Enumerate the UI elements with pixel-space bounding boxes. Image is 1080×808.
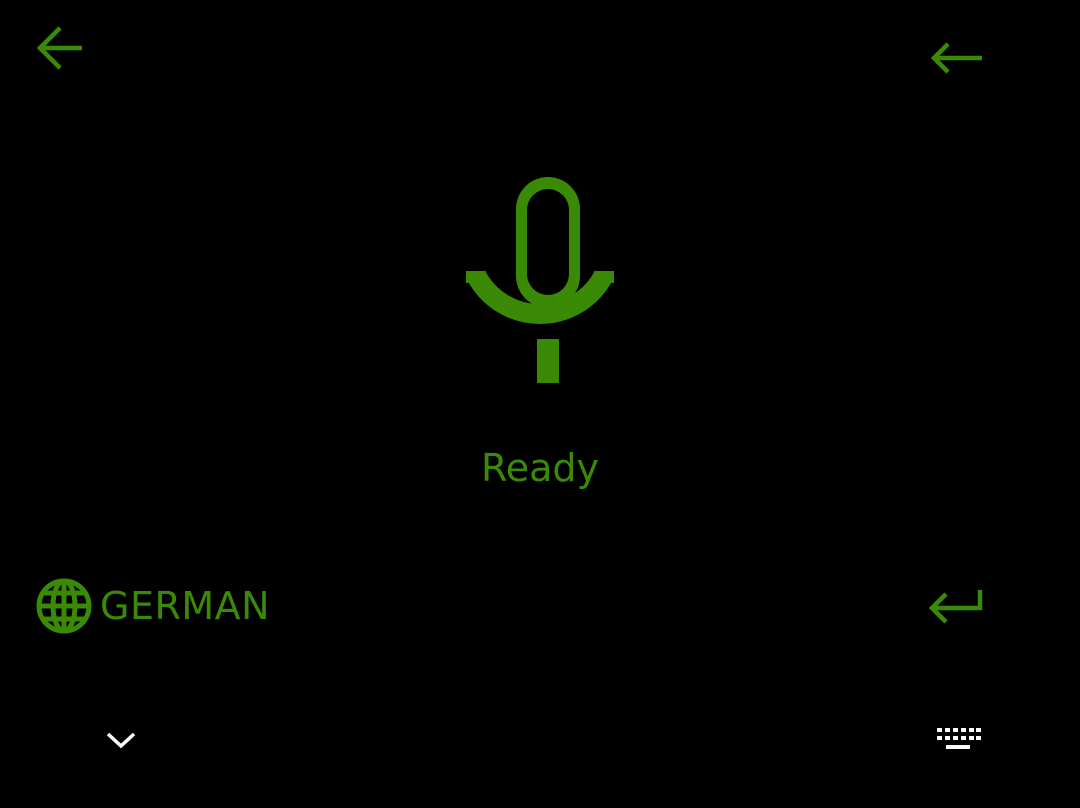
chevron-down-icon: [106, 732, 136, 749]
enter-return-icon: [928, 590, 983, 624]
microphone-button[interactable]: [455, 168, 625, 386]
hide-keyboard-button[interactable]: [96, 718, 146, 762]
status-text: Ready: [481, 446, 599, 490]
microphone-icon: [466, 177, 614, 383]
arrow-left-icon: [36, 26, 82, 70]
keyboard-icon: [937, 728, 981, 749]
enter-button[interactable]: [922, 580, 988, 632]
globe-icon: [36, 578, 92, 634]
language-selector[interactable]: GERMAN: [34, 572, 294, 640]
backspace-button[interactable]: [924, 32, 988, 84]
switch-keyboard-button[interactable]: [928, 718, 990, 762]
backspace-arrow-icon: [930, 42, 982, 74]
language-label: GERMAN: [100, 584, 271, 628]
back-button[interactable]: [28, 20, 88, 76]
